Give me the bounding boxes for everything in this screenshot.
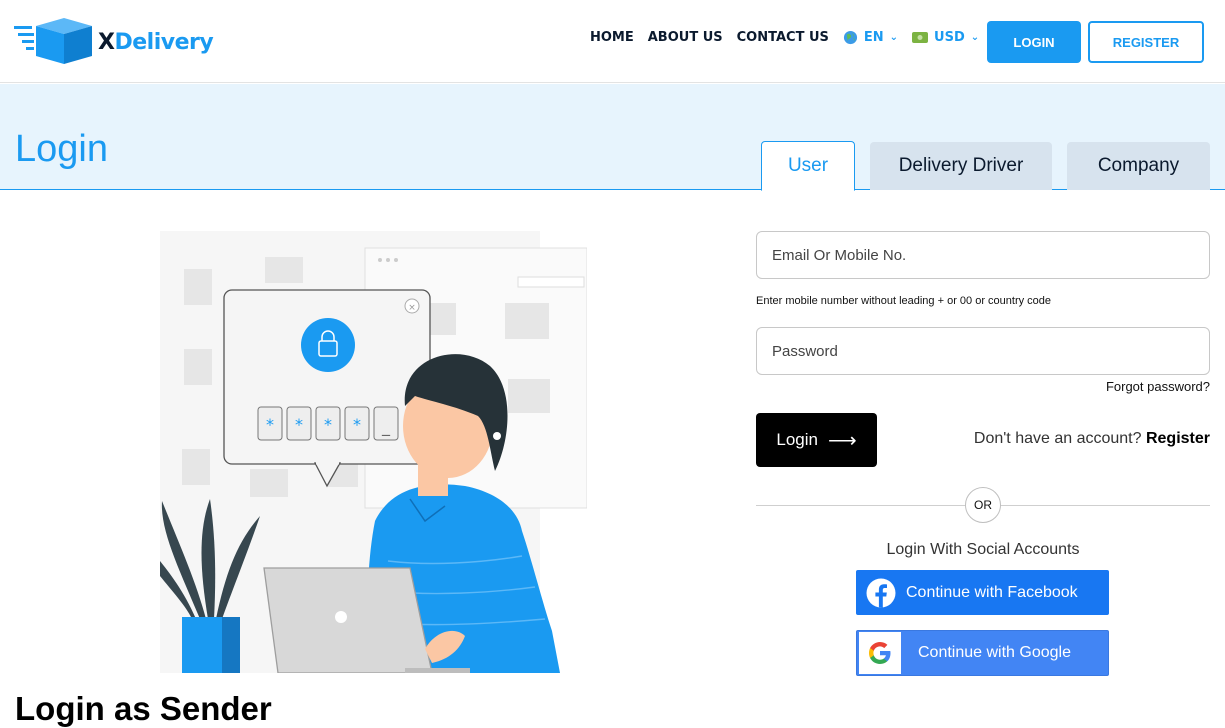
arrow-right-icon: ⟶ [827,429,857,452]
main-nav: HOME ABOUT US CONTACT US EN ⌄ USD ⌄ [590,30,993,45]
section-heading: Login as Sender [15,690,272,727]
login-button-label: Login [776,430,818,449]
facebook-login-button[interactable]: Continue with Facebook [856,570,1109,615]
svg-text:*: * [353,415,361,434]
svg-text:*: * [324,415,332,434]
svg-text:*: * [295,415,303,434]
email-input[interactable] [756,231,1210,279]
lock-icon [301,318,355,372]
password-input[interactable] [756,327,1210,375]
header-register-button[interactable]: REGISTER [1088,21,1204,63]
page-title: Login [15,128,108,170]
logo-text: XDelivery [98,29,214,55]
svg-text:×: × [408,303,416,313]
email-hint: Enter mobile number without leading + or… [756,295,1052,307]
tab-company[interactable]: Company [1067,142,1210,190]
facebook-login-label: Continue with Facebook [906,583,1078,601]
google-login-button[interactable]: Continue with Google [856,630,1109,676]
language-label: EN [863,30,884,45]
header-login-button[interactable]: LOGIN [987,21,1081,63]
nav-home[interactable]: HOME [590,30,634,45]
globe-icon [843,30,858,45]
no-account-label: Don't have an account? [973,430,1142,447]
language-selector[interactable]: EN ⌄ [843,30,898,45]
tab-user[interactable]: User [761,141,855,191]
chevron-down-icon: ⌄ [889,32,899,43]
header: XDelivery HOME ABOUT US CONTACT US EN ⌄ … [0,0,1225,83]
nav-about[interactable]: ABOUT US [648,30,723,45]
svg-text:_: _ [381,417,391,437]
money-icon [912,32,929,43]
logo[interactable]: XDelivery [14,16,214,68]
svg-text:*: * [266,415,274,434]
google-login-label: Continue with Google [918,644,1071,661]
no-account-text: Don't have an account? Register [974,430,1210,448]
forgot-password-link[interactable]: Forgot password? [1106,379,1210,394]
logo-box-icon [14,18,92,64]
chevron-down-icon: ⌄ [970,32,980,43]
google-icon [859,632,901,674]
register-link[interactable]: Register [1146,430,1210,447]
currency-selector[interactable]: USD ⌄ [912,30,979,45]
facebook-icon [866,578,896,607]
social-login-title: Login With Social Accounts [886,541,1080,558]
nav-contact[interactable]: CONTACT US [737,30,829,45]
or-badge: OR [965,487,1001,523]
tab-delivery-driver[interactable]: Delivery Driver [870,142,1052,190]
currency-label: USD [934,30,965,45]
login-illustration: × * * * * _ [160,231,587,673]
login-button[interactable]: Login ⟶ [756,413,877,467]
